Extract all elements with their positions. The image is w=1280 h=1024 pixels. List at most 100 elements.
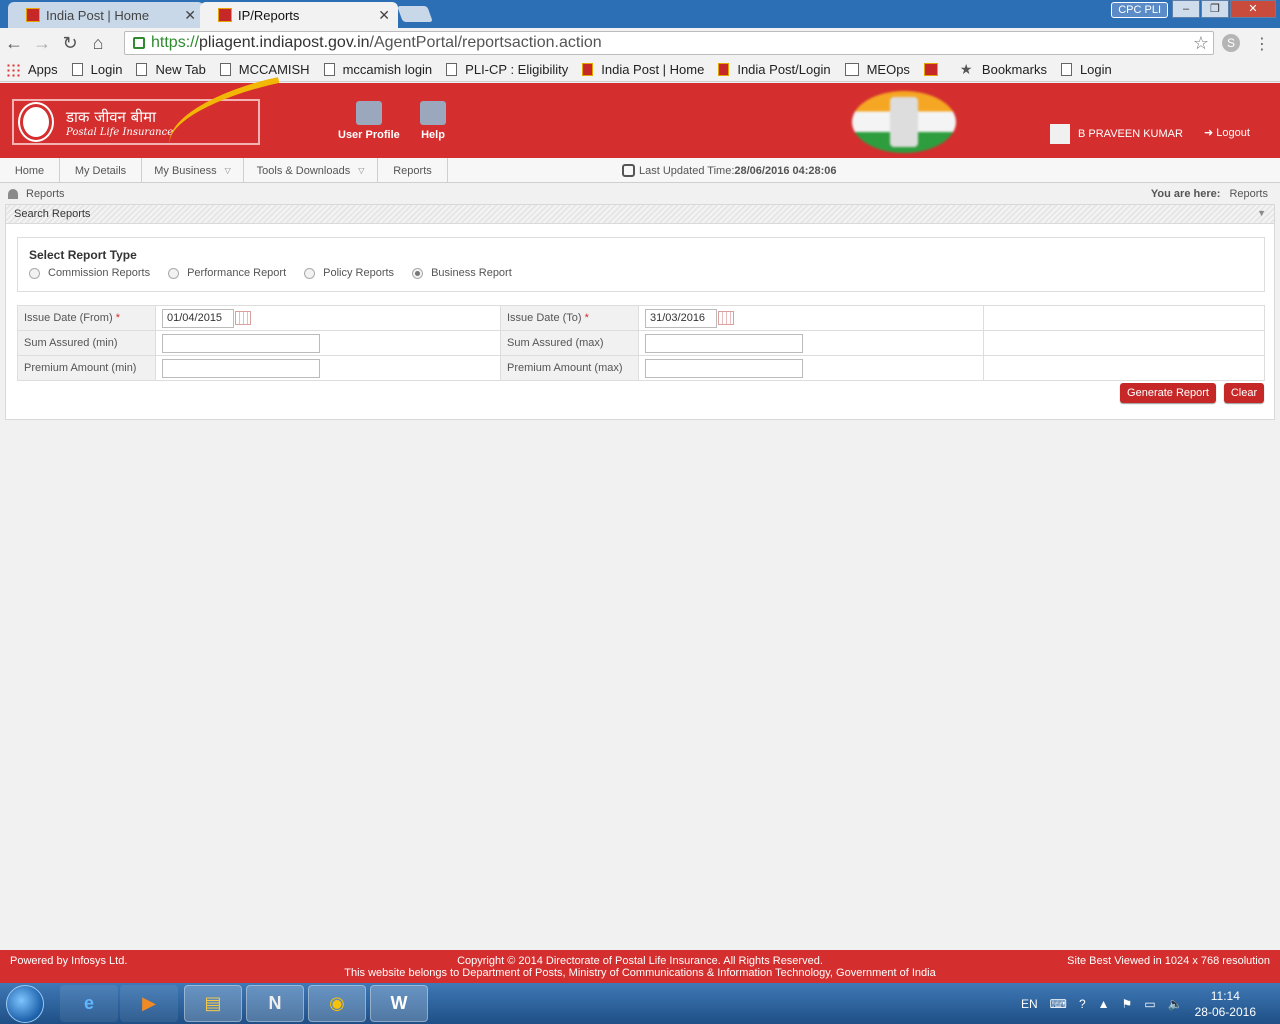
radio-button[interactable] (29, 267, 40, 279)
collapse-arrow-icon[interactable]: ▼ (1257, 208, 1266, 218)
radio-label: Policy Reports (323, 267, 395, 279)
radio-commission-reports[interactable]: Commission Reports (29, 267, 150, 279)
you-are-here-label: You are here: (1150, 188, 1221, 200)
network-icon[interactable]: ▭ (1144, 997, 1155, 1011)
radio-business-report[interactable]: Business Report (412, 267, 512, 279)
start-button[interactable] (6, 985, 44, 1023)
bookmark-login[interactable]: Login (71, 62, 122, 77)
secure-lock-icon[interactable] (133, 37, 145, 49)
radio-button[interactable] (168, 267, 180, 279)
indiapost-favicon-icon (218, 8, 232, 22)
browser-tab-reports[interactable]: IP/Reports ✕ (200, 2, 398, 28)
new-tab-button[interactable] (397, 6, 433, 22)
user-profile-link[interactable]: User Profile (338, 101, 400, 141)
report-type-title: Select Report Type (29, 248, 137, 262)
sum-assured-min-input[interactable] (162, 333, 320, 353)
url-scheme: https:// (151, 34, 200, 51)
forward-arrow-icon[interactable]: → (28, 33, 56, 54)
last-updated-label: Last Updated Time: (639, 164, 735, 177)
premium-amount-max-input[interactable] (645, 358, 803, 378)
radio-button[interactable] (304, 267, 316, 279)
menu-label: My Details (74, 164, 127, 177)
radio-performance-report[interactable]: Performance Report (168, 267, 286, 279)
bookmark-star-icon[interactable]: ☆ (1193, 33, 1209, 54)
minimize-button[interactable]: – (1172, 0, 1200, 18)
premium-amount-max-cell (638, 355, 984, 381)
close-tab-icon[interactable]: ✕ (184, 7, 196, 24)
breadcrumb-current[interactable]: Reports (1229, 188, 1268, 200)
keyboard-icon[interactable]: ⌨ (1050, 997, 1067, 1011)
logout-label: Logout (1216, 127, 1250, 139)
menu-item-tools-downloads[interactable]: Tools & Downloads ▽ (244, 158, 378, 183)
clear-button[interactable]: Clear (1224, 383, 1264, 403)
radio-policy-reports[interactable]: Policy Reports (304, 267, 394, 279)
bookmark-mccamish[interactable]: MCCAMISH (219, 62, 310, 77)
breadcrumb-trail: You are here: Reports (1151, 188, 1268, 200)
avatar (1050, 124, 1070, 144)
logo-english: Postal Life Insurance (66, 126, 174, 138)
home-icon[interactable]: ⌂ (84, 33, 112, 54)
language-indicator[interactable]: EN (1021, 997, 1038, 1011)
breadcrumb-page-label: Reports (26, 188, 65, 200)
calendar-icon[interactable] (235, 311, 251, 326)
logo-text: डाक जीवन बीमा Postal Life Insurance (66, 107, 173, 138)
menu-item-home[interactable]: Home (0, 158, 60, 183)
menu-item-my-business[interactable]: My Business ▽ (142, 158, 244, 183)
pli-logo[interactable]: डाक जीवन बीमा Postal Life Insurance (12, 77, 288, 145)
browser-menu-icon[interactable]: ⋮ (1254, 34, 1270, 54)
bookmark-login-2[interactable]: Login (1060, 62, 1112, 77)
window-user-badge[interactable]: CPC PLI (1111, 2, 1168, 18)
bookmark-pli-cp-eligibility[interactable]: PLI-CP : Eligibility (446, 62, 568, 77)
internet-explorer-icon[interactable]: e (60, 985, 118, 1022)
volume-icon[interactable]: 🔈 (1168, 997, 1183, 1011)
logout-link[interactable]: ➜ Logout (1204, 126, 1250, 139)
file-explorer-icon[interactable]: ▤ (184, 985, 242, 1022)
bookmark-mccamish-login[interactable]: mccamish login (323, 62, 432, 77)
sum-assured-max-input[interactable] (645, 333, 803, 353)
bookmark-apps[interactable]: Apps (6, 62, 58, 77)
tray-overflow-icon[interactable]: ▲ (1098, 997, 1110, 1011)
bookmark-bookmarks-folder[interactable]: ★ Bookmarks (960, 62, 1047, 77)
maximize-button[interactable]: ❐ (1201, 0, 1229, 18)
bookmark-label: Login (1079, 62, 1112, 77)
browser-tab-india-post-home[interactable]: India Post | Home ✕ (8, 2, 204, 28)
issue-date-from-input[interactable] (162, 308, 234, 328)
page-icon (446, 63, 458, 76)
back-arrow-icon[interactable]: ← (0, 33, 28, 54)
issue-date-to-input[interactable] (645, 308, 717, 328)
help-link[interactable]: Help (420, 101, 446, 141)
act-icon (923, 63, 938, 76)
generate-report-button[interactable]: Generate Report (1120, 383, 1216, 403)
search-reports-panel: Search Reports ▼ Select Report Type Comm… (5, 204, 1275, 420)
chevron-down-icon: ▽ (224, 166, 231, 175)
close-window-button[interactable]: ✕ (1230, 0, 1276, 18)
menu-item-my-details[interactable]: My Details (60, 158, 142, 183)
calendar-icon[interactable] (718, 311, 734, 326)
panel-header[interactable]: Search Reports ▼ (6, 205, 1274, 224)
word-icon[interactable]: W (370, 985, 428, 1022)
window-controls: – ❐ ✕ (1171, 0, 1276, 18)
tray-clock[interactable]: 11:14 28-06-2016 (1195, 988, 1256, 1020)
chrome-icon[interactable]: ◉ (308, 985, 366, 1022)
bookmark-india-post-home[interactable]: India Post | Home (582, 62, 704, 77)
bookmark-act[interactable] (923, 63, 946, 76)
reload-icon[interactable]: ↻ (56, 33, 84, 54)
bookmark-india-post-login[interactable]: India Post/Login (718, 62, 831, 77)
bookmark-new-tab[interactable]: New Tab (136, 62, 206, 77)
help-tray-icon[interactable]: ? (1079, 997, 1086, 1011)
bookmark-meops[interactable]: MEOps (844, 62, 910, 77)
menu-label: My Business (154, 164, 217, 177)
premium-amount-min-cell (155, 355, 501, 381)
premium-amount-min-label: Premium Amount (min) (17, 355, 156, 381)
radio-button-selected[interactable] (412, 267, 424, 279)
media-player-icon[interactable]: ▶ (120, 985, 178, 1022)
address-bar[interactable]: https:// pliagent.indiapost.gov.in /Agen… (124, 31, 1214, 55)
user-profile-label: User Profile (338, 129, 400, 141)
bookmark-label: India Post/Login (737, 62, 831, 77)
n-app-icon[interactable]: N (246, 985, 304, 1022)
action-center-flag-icon[interactable]: ⚑ (1122, 997, 1133, 1011)
menu-item-reports[interactable]: Reports (378, 158, 448, 183)
close-tab-icon[interactable]: ✕ (378, 7, 390, 24)
skype-extension-icon[interactable]: S (1222, 34, 1240, 52)
premium-amount-min-input[interactable] (162, 358, 320, 378)
